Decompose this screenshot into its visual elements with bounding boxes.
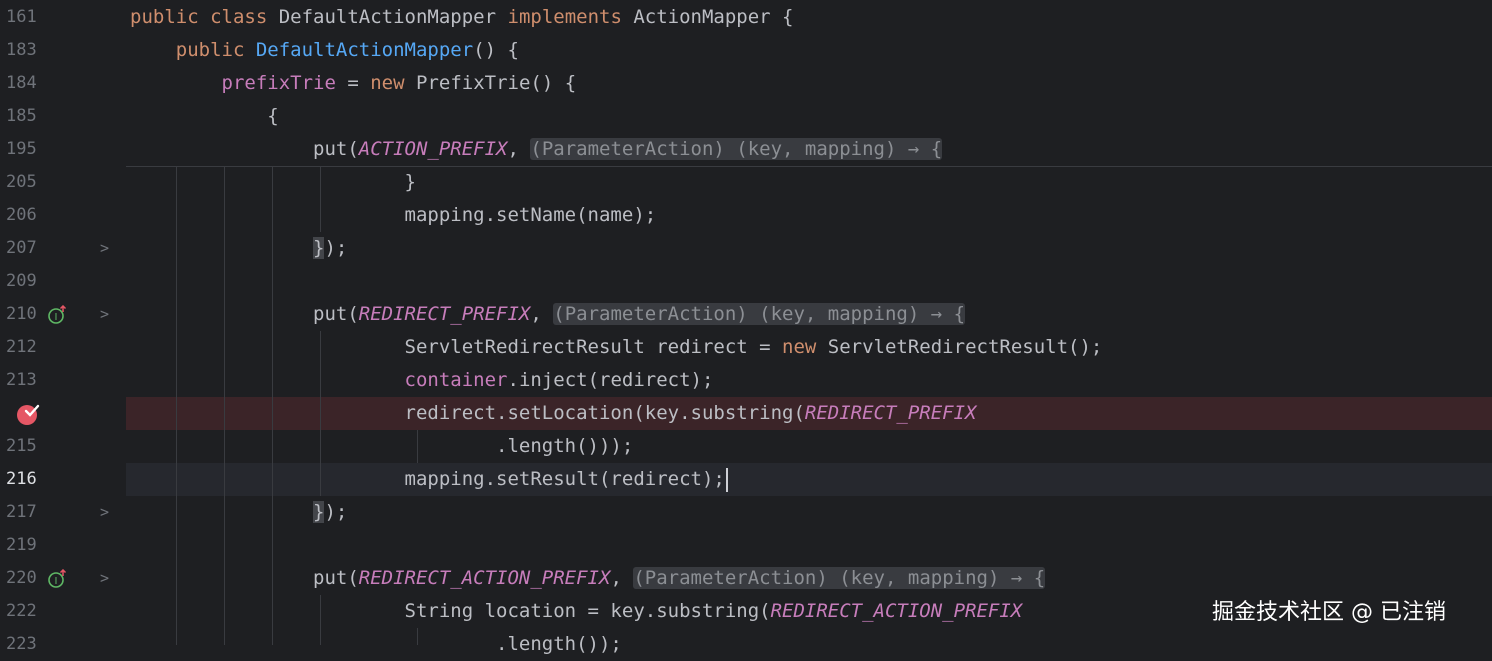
sticky-line-183[interactable]: 183 public DefaultActionMapper() { xyxy=(0,34,1492,67)
line-number: 216 xyxy=(6,469,37,489)
line-number: 206 xyxy=(6,205,37,225)
gutter[interactable]: 206 xyxy=(0,199,126,232)
watermark: 掘金技术社区 @ 已注销 xyxy=(1212,600,1446,625)
indent-guide xyxy=(417,430,418,463)
code-line-text[interactable]: put(ACTION_PREFIX, (ParameterAction) (ke… xyxy=(130,133,943,166)
indent-guide xyxy=(320,595,321,645)
code-line-text[interactable]: }); xyxy=(130,496,347,529)
indent-guide xyxy=(320,166,321,232)
code-line-text[interactable]: put(REDIRECT_ACTION_PREFIX, (ParameterAc… xyxy=(130,562,1046,595)
gutter[interactable]: 184 xyxy=(0,67,126,100)
code-editor[interactable]: 161 public class DefaultActionMapper imp… xyxy=(0,0,1492,661)
line-number: 210 xyxy=(6,304,37,324)
line-number: 195 xyxy=(6,139,37,159)
breakpoint-icon[interactable] xyxy=(16,402,42,426)
line-number: 185 xyxy=(6,106,37,126)
parameter-hint[interactable]: (ParameterAction) (key, mapping) → { xyxy=(553,303,966,325)
code-line-text[interactable]: }); xyxy=(130,232,347,265)
code-line-text[interactable]: put(REDIRECT_PREFIX, (ParameterAction) (… xyxy=(130,298,966,331)
implementation-icon[interactable]: I xyxy=(47,569,67,589)
code-line-text[interactable]: { xyxy=(130,100,278,133)
gutter[interactable]: 212 xyxy=(0,331,126,364)
code-line-text[interactable]: prefixTrie = new PrefixTrie() { xyxy=(130,67,577,100)
line-number: 207 xyxy=(6,238,37,258)
line-number: 184 xyxy=(6,73,37,93)
line-number: 215 xyxy=(6,436,37,456)
gutter[interactable]: 183 xyxy=(0,34,126,67)
indent-guide xyxy=(320,331,321,496)
parameter-hint[interactable]: (ParameterAction) (key, mapping) → { xyxy=(530,138,943,160)
indent-guide xyxy=(272,166,273,645)
gutter[interactable]: 161 xyxy=(0,1,126,34)
parameter-hint[interactable]: (ParameterAction) (key, mapping) → { xyxy=(633,567,1046,589)
gutter[interactable]: 219 xyxy=(0,529,126,562)
line-number: 213 xyxy=(6,370,37,390)
implementation-icon[interactable]: I xyxy=(47,305,67,325)
line-number: 217 xyxy=(6,502,37,522)
line-number: 219 xyxy=(6,535,37,555)
sticky-line-184[interactable]: 184 prefixTrie = new PrefixTrie() { xyxy=(0,67,1492,100)
fold-arrow-icon[interactable]: > xyxy=(100,232,109,265)
line-number: 209 xyxy=(6,271,37,291)
gutter[interactable]: 205 xyxy=(0,166,126,199)
gutter[interactable]: 220 I > xyxy=(0,562,126,595)
line-number: 183 xyxy=(6,40,37,60)
code-line-text[interactable]: .length())); xyxy=(130,430,633,463)
line-number: 220 xyxy=(6,568,37,588)
fold-arrow-icon[interactable]: > xyxy=(100,496,109,529)
sticky-line-195[interactable]: 195 put(ACTION_PREFIX, (ParameterAction)… xyxy=(0,133,1492,166)
code-line-text[interactable]: container.inject(redirect); xyxy=(130,364,714,397)
indent-guide xyxy=(417,628,418,645)
gutter[interactable]: 210 I > xyxy=(0,298,126,331)
gutter[interactable]: 195 xyxy=(0,133,126,166)
gutter[interactable]: 185 xyxy=(0,100,126,133)
line-number: 212 xyxy=(6,337,37,357)
indent-guide xyxy=(224,166,225,645)
text-caret xyxy=(725,467,728,492)
code-line-text[interactable]: public class DefaultActionMapper impleme… xyxy=(130,1,794,34)
fold-arrow-icon[interactable]: > xyxy=(100,298,109,331)
gutter[interactable]: 209 xyxy=(0,265,126,298)
line-number: 205 xyxy=(6,172,37,192)
line-number: 222 xyxy=(6,601,37,621)
gutter[interactable]: 207 > xyxy=(0,232,126,265)
code-line-text[interactable]: mapping.setResult(redirect); xyxy=(130,463,728,496)
fold-arrow-icon[interactable]: > xyxy=(100,562,109,595)
svg-text:I: I xyxy=(55,576,58,587)
sticky-line-161[interactable]: 161 public class DefaultActionMapper imp… xyxy=(0,1,1492,34)
indent-guide xyxy=(176,166,177,645)
svg-text:I: I xyxy=(55,312,58,323)
gutter[interactable]: 215 xyxy=(0,430,126,463)
code-line-text[interactable]: public DefaultActionMapper() { xyxy=(130,34,519,67)
code-line-text[interactable]: mapping.setName(name); xyxy=(130,199,657,232)
sticky-line-185[interactable]: 185 { xyxy=(0,100,1492,133)
gutter[interactable]: 213 xyxy=(0,364,126,397)
code-line-text[interactable]: String location = key.substring(REDIRECT… xyxy=(130,595,1023,628)
gutter[interactable]: 217 > xyxy=(0,496,126,529)
gutter[interactable] xyxy=(0,397,126,430)
line-number: 161 xyxy=(6,7,37,27)
code-line-text[interactable]: redirect.setLocation(key.substring(REDIR… xyxy=(130,397,977,430)
gutter[interactable]: 222 xyxy=(0,595,126,628)
gutter[interactable]: 216 xyxy=(0,463,126,496)
code-line-text[interactable]: ServletRedirectResult redirect = new Ser… xyxy=(130,331,1103,364)
